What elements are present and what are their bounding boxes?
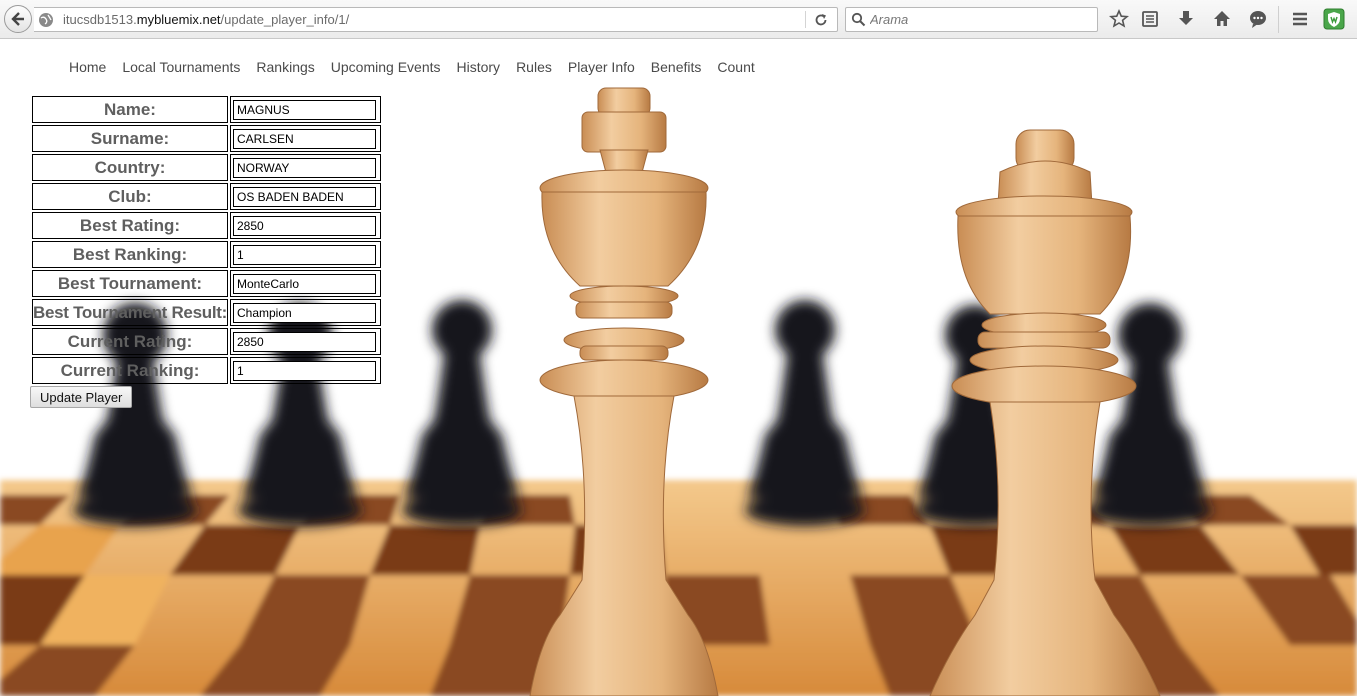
current-ranking-label: Current Ranking: <box>32 357 228 384</box>
back-arrow-icon <box>11 12 24 26</box>
current-rating-input[interactable] <box>232 331 376 352</box>
url-divider <box>805 11 806 28</box>
nav-count[interactable]: Count <box>709 59 762 75</box>
download-icon[interactable] <box>1176 9 1196 29</box>
club-label: Club: <box>32 183 228 210</box>
nav-local-tournaments[interactable]: Local Tournaments <box>114 59 248 75</box>
back-button[interactable] <box>4 5 32 33</box>
current-rating-label: Current Rating: <box>32 328 228 355</box>
toolbar-separator <box>1278 6 1279 33</box>
surname-label: Surname: <box>32 125 228 152</box>
chat-icon[interactable] <box>1248 9 1268 29</box>
best-ranking-label: Best Ranking: <box>32 241 228 268</box>
form-row-best-rating: Best Rating: <box>32 212 381 239</box>
form-row-club: Club: <box>32 183 381 210</box>
reading-list-icon[interactable] <box>1140 9 1160 29</box>
form-row-best-tournament: Best Tournament: <box>32 270 381 297</box>
address-bar[interactable]: itucsdb1513.mybluemix.net/update_player_… <box>34 7 838 32</box>
menu-icon[interactable] <box>1290 9 1310 29</box>
nav-home[interactable]: Home <box>61 59 114 75</box>
form-row-current-rating: Current Rating: <box>32 328 381 355</box>
home-icon[interactable] <box>1212 9 1232 29</box>
nav-rankings[interactable]: Rankings <box>248 59 322 75</box>
best-rating-input[interactable] <box>232 215 376 236</box>
url-text[interactable]: itucsdb1513.mybluemix.net/update_player_… <box>63 12 349 27</box>
globe-icon[interactable] <box>38 12 54 28</box>
form-row-name: Name: <box>32 96 381 123</box>
url-domain: mybluemix.net <box>136 12 221 27</box>
best-tournament-input[interactable] <box>232 273 376 294</box>
update-player-button[interactable]: Update Player <box>30 386 133 408</box>
surname-input[interactable] <box>232 128 376 149</box>
form-row-current-ranking: Current Ranking: <box>32 357 381 384</box>
form-row-country: Country: <box>32 154 381 181</box>
country-label: Country: <box>32 154 228 181</box>
form-row-surname: Surname: <box>32 125 381 152</box>
club-input[interactable] <box>232 186 376 207</box>
name-input[interactable] <box>232 99 376 120</box>
extension-shield-icon[interactable] <box>1323 8 1345 30</box>
search-icon <box>851 12 866 27</box>
top-nav: Home Local Tournaments Rankings Upcoming… <box>61 59 763 75</box>
current-ranking-input[interactable] <box>232 360 376 381</box>
nav-upcoming-events[interactable]: Upcoming Events <box>323 59 449 75</box>
bookmark-star-icon[interactable] <box>1109 9 1129 29</box>
search-bar[interactable] <box>845 7 1098 32</box>
best-ranking-input[interactable] <box>232 244 376 265</box>
nav-player-info[interactable]: Player Info <box>560 59 643 75</box>
form-row-best-tournament-result: Best Tournament Result: <box>32 299 381 326</box>
player-info-form: Name: Surname: Country: Club: Best Ratin… <box>30 94 383 386</box>
browser-toolbar: itucsdb1513.mybluemix.net/update_player_… <box>0 0 1357 39</box>
page-content: Home Local Tournaments Rankings Upcoming… <box>0 40 1357 696</box>
country-input[interactable] <box>232 157 376 178</box>
best-rating-label: Best Rating: <box>32 212 228 239</box>
search-input[interactable] <box>870 10 1090 29</box>
best-tournament-result-input[interactable] <box>232 302 376 323</box>
name-label: Name: <box>32 96 228 123</box>
nav-history[interactable]: History <box>449 59 509 75</box>
form-row-best-ranking: Best Ranking: <box>32 241 381 268</box>
best-tournament-label: Best Tournament: <box>32 270 228 297</box>
nav-benefits[interactable]: Benefits <box>643 59 710 75</box>
nav-rules[interactable]: Rules <box>508 59 560 75</box>
best-tournament-result-label: Best Tournament Result: <box>32 299 228 326</box>
reload-icon[interactable] <box>813 12 829 28</box>
